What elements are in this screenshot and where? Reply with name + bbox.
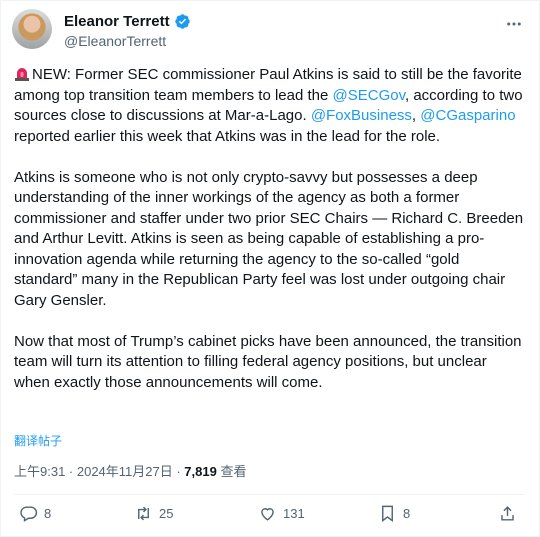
mention-secgov-link[interactable]: @SECGov	[333, 87, 405, 104]
author-name-row: Eleanor Terrett	[64, 13, 191, 30]
views-label: 查看	[216, 464, 247, 479]
tweet-meta: 上午9:31 · 2024年11月27日 · 7,819 查看	[14, 461, 246, 480]
tweet-card: Eleanor Terrett @EleanorTerrett NEW: For…	[0, 0, 540, 537]
verified-badge-icon	[174, 14, 190, 29]
like-button[interactable]: 131	[258, 504, 305, 523]
reply-icon	[20, 506, 38, 522]
bookmark-count: 8	[403, 506, 411, 521]
more-icon[interactable]	[505, 15, 523, 38]
author-display-name[interactable]: Eleanor Terrett	[64, 13, 170, 30]
tweet-paragraph-2: Atkins is someone who is not only crypto…	[14, 168, 524, 309]
reply-button[interactable]: 8	[19, 504, 51, 523]
repost-count: 25	[159, 506, 174, 521]
mention-cgasparino-link[interactable]: @CGasparino	[420, 107, 515, 124]
repost-button[interactable]: 25	[134, 504, 173, 523]
siren-emoji-icon	[15, 68, 29, 81]
views-count: 7,819	[184, 464, 217, 479]
share-icon	[501, 506, 514, 521]
tweet-header: Eleanor Terrett @EleanorTerrett	[12, 9, 529, 53]
translate-post-link[interactable]: 翻译帖子	[14, 432, 62, 449]
tweet-text: NEW: Former SEC commissioner Paul Atkins…	[14, 65, 525, 393]
like-count: 131	[283, 506, 305, 521]
share-button[interactable]	[498, 504, 517, 523]
bookmark-button[interactable]: 8	[378, 504, 410, 523]
tweet-text-separator: ,	[411, 107, 421, 124]
like-icon	[261, 508, 274, 521]
tweet-paragraph-1: NEW: Former SEC commissioner Paul Atkins…	[14, 65, 525, 147]
repost-icon	[138, 506, 149, 521]
avatar[interactable]	[12, 9, 52, 49]
reply-count: 8	[44, 506, 52, 521]
tweet-text-segment: reported earlier this week that Atkins w…	[14, 127, 441, 145]
divider	[14, 494, 525, 495]
author-handle[interactable]: @EleanorTerrett	[64, 33, 166, 49]
timestamp[interactable]: 上午9:31 · 2024年11月27日 ·	[14, 464, 184, 479]
bookmark-icon	[382, 505, 393, 523]
mention-foxbusiness-link[interactable]: @FoxBusiness	[311, 107, 412, 124]
action-bar: 8 25 131 8	[1, 504, 539, 532]
tweet-paragraph-3: Now that most of Trump’s cabinet picks h…	[14, 332, 522, 391]
